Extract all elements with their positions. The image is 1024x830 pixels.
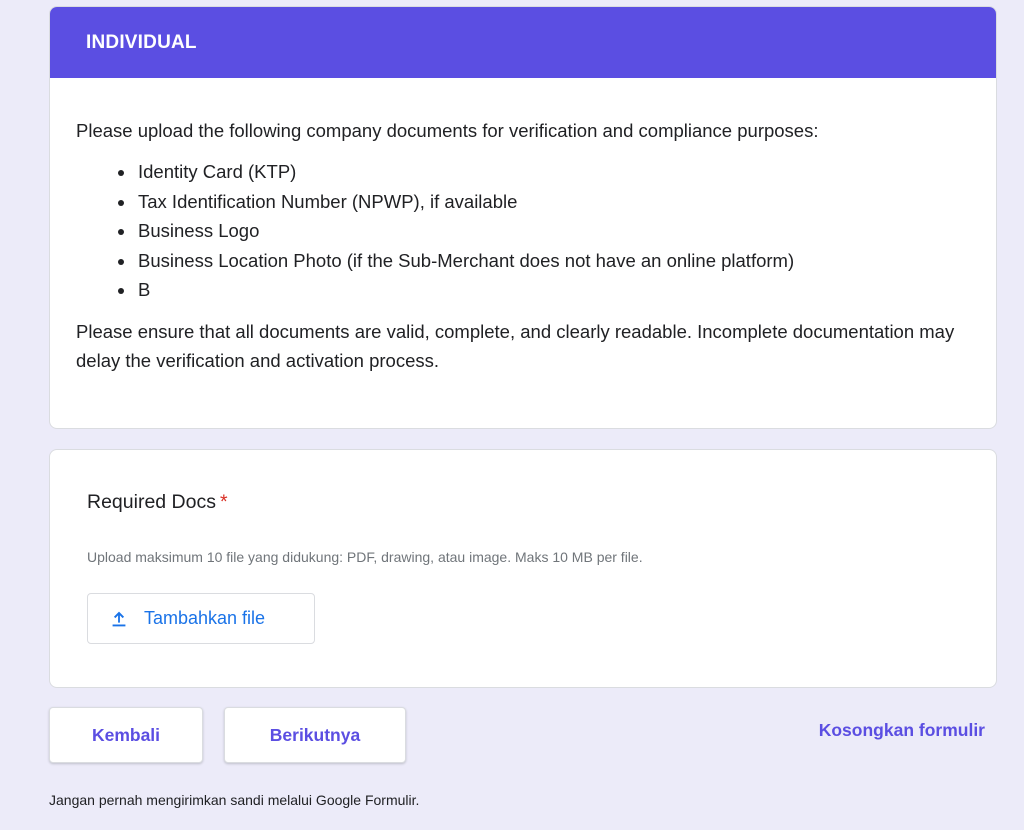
- upload-hint: Upload maksimum 10 file yang didukung: P…: [87, 549, 643, 565]
- upload-icon: [108, 608, 130, 630]
- back-button[interactable]: Kembali: [49, 707, 203, 763]
- list-item: Identity Card (KTP): [136, 157, 970, 187]
- question-title-text: Required Docs: [87, 491, 216, 513]
- add-file-button[interactable]: Tambahkan file: [87, 593, 315, 644]
- question-title: Required Docs *: [87, 491, 228, 514]
- list-item: Tax Identification Number (NPWP), if ava…: [136, 187, 970, 217]
- list-item: B: [136, 275, 970, 305]
- password-warning: Jangan pernah mengirimkan sandi melalui …: [49, 792, 420, 808]
- section-note: Please ensure that all documents are val…: [76, 320, 955, 371]
- list-item: Business Location Photo (if the Sub-Merc…: [136, 246, 970, 276]
- section-header: INDIVIDUAL: [50, 7, 996, 78]
- required-asterisk: *: [219, 491, 228, 513]
- document-list: Identity Card (KTP) Tax Identification N…: [76, 157, 970, 305]
- section-intro: Please upload the following company docu…: [76, 120, 819, 141]
- section-card: INDIVIDUAL Please upload the following c…: [49, 6, 997, 429]
- section-title: INDIVIDUAL: [86, 31, 197, 53]
- clear-form-button[interactable]: Kosongkan formulir: [819, 720, 985, 741]
- list-item: Business Logo: [136, 216, 970, 246]
- question-card: Required Docs * Upload maksimum 10 file y…: [49, 449, 997, 688]
- add-file-label: Tambahkan file: [144, 608, 266, 628]
- next-button[interactable]: Berikutnya: [224, 707, 406, 763]
- section-description: Please upload the following company docu…: [50, 116, 996, 375]
